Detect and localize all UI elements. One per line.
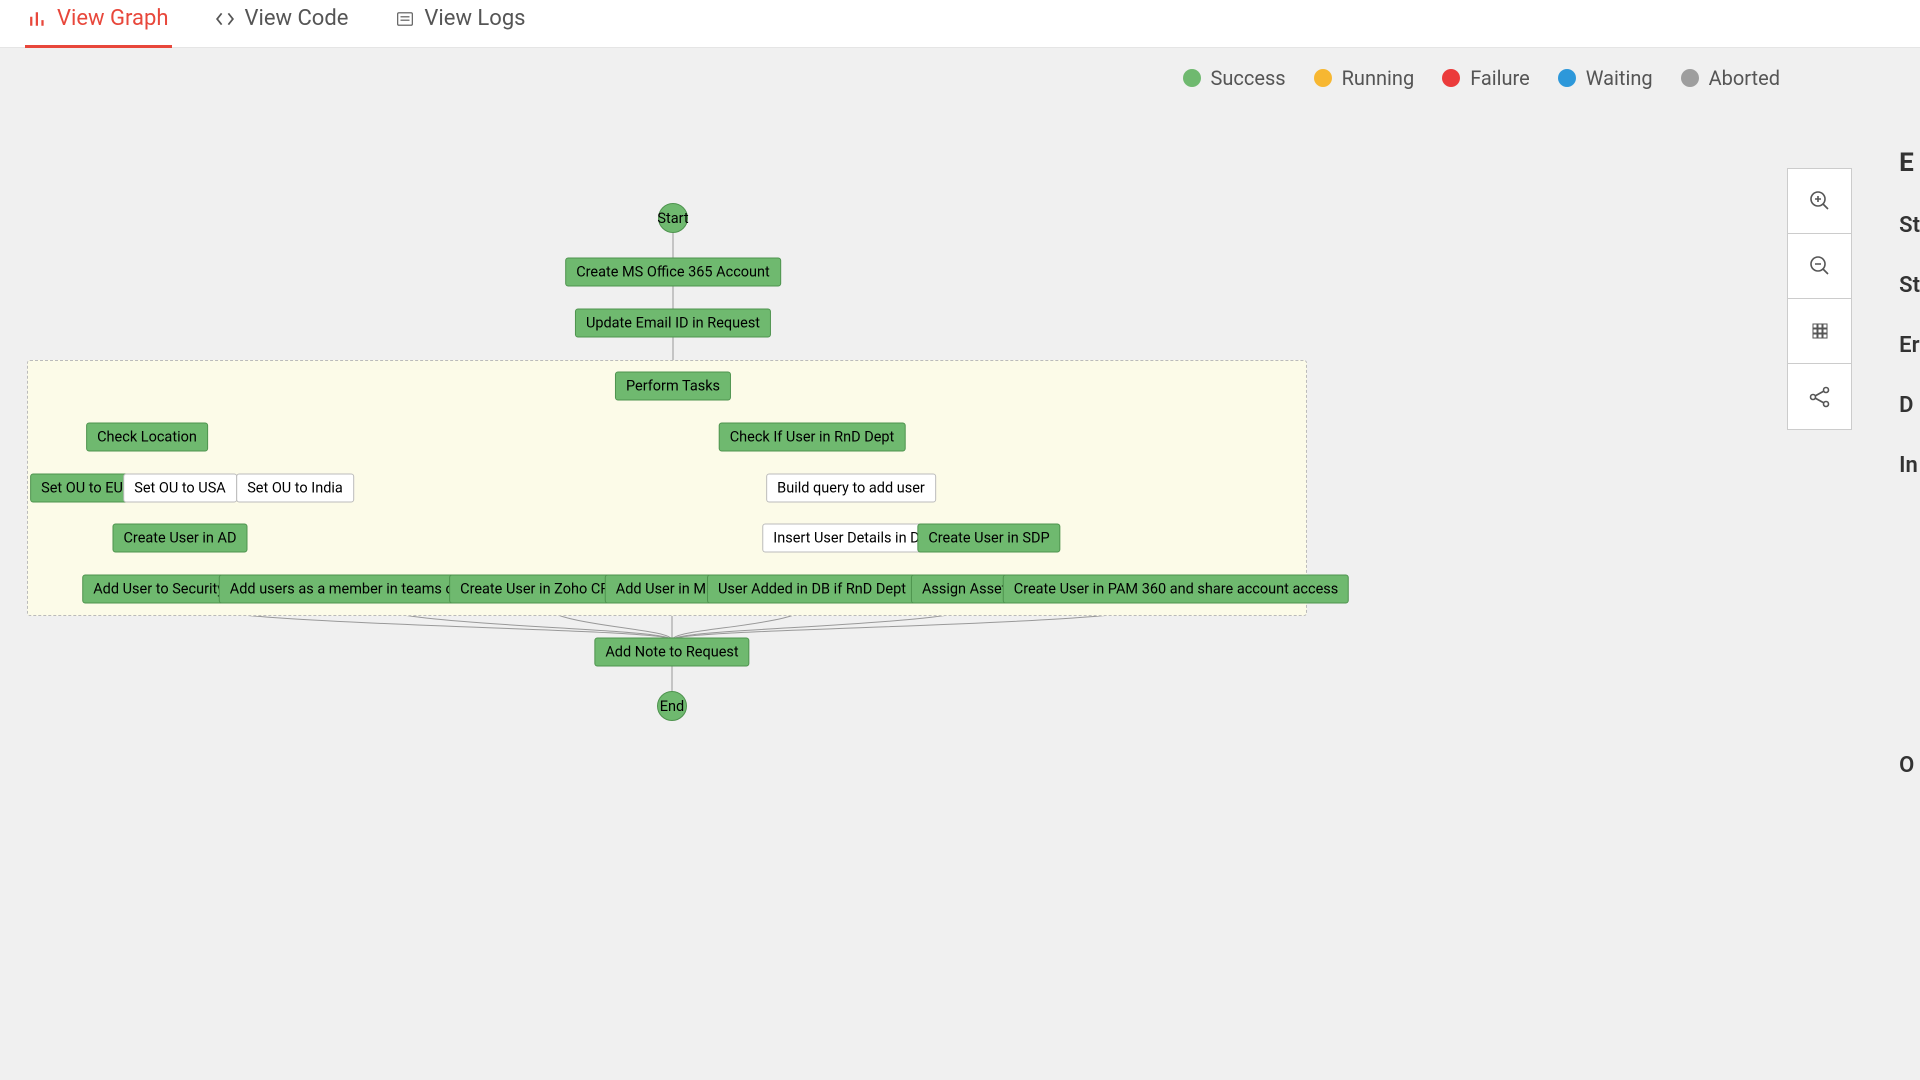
node-create-sdp[interactable]: Create User in SDP bbox=[917, 524, 1060, 553]
node-create-pam[interactable]: Create User in PAM 360 and share account… bbox=[1003, 575, 1349, 604]
node-check-loc[interactable]: Check Location bbox=[86, 423, 208, 452]
node-set-eu[interactable]: Set OU to EU bbox=[30, 474, 134, 503]
logs-icon bbox=[396, 10, 414, 28]
tab-view-code[interactable]: View Code bbox=[212, 0, 352, 48]
node-insert-db[interactable]: Insert User Details in DB bbox=[762, 524, 939, 553]
tab-label: View Logs bbox=[424, 6, 525, 31]
node-start[interactable]: Start bbox=[658, 203, 688, 233]
node-check-rnd[interactable]: Check If User in RnD Dept bbox=[719, 423, 906, 452]
node-create-ms[interactable]: Create MS Office 365 Account bbox=[565, 258, 781, 287]
bars-icon bbox=[29, 10, 47, 28]
node-user-added[interactable]: User Added in DB if RnD Dept bbox=[707, 575, 917, 604]
node-perform[interactable]: Perform Tasks bbox=[615, 372, 731, 401]
tabs-bar: View Graph View Code View Logs bbox=[0, 0, 1920, 48]
node-set-usa[interactable]: Set OU to USA bbox=[123, 474, 237, 503]
tab-view-graph[interactable]: View Graph bbox=[25, 0, 172, 48]
code-icon bbox=[216, 10, 234, 28]
graph-canvas[interactable]: Success Running Failure Waiting Aborted … bbox=[0, 48, 1920, 1080]
node-add-note[interactable]: Add Note to Request bbox=[594, 638, 749, 667]
tab-view-logs[interactable]: View Logs bbox=[392, 0, 529, 48]
node-set-india[interactable]: Set OU to India bbox=[236, 474, 354, 503]
node-build-q[interactable]: Build query to add user bbox=[766, 474, 936, 503]
tab-label: View Graph bbox=[57, 6, 168, 31]
tab-label: View Code bbox=[244, 6, 348, 31]
node-end[interactable]: End bbox=[657, 691, 687, 721]
node-create-ad[interactable]: Create User in AD bbox=[112, 524, 247, 553]
node-update-email[interactable]: Update Email ID in Request bbox=[575, 309, 771, 338]
